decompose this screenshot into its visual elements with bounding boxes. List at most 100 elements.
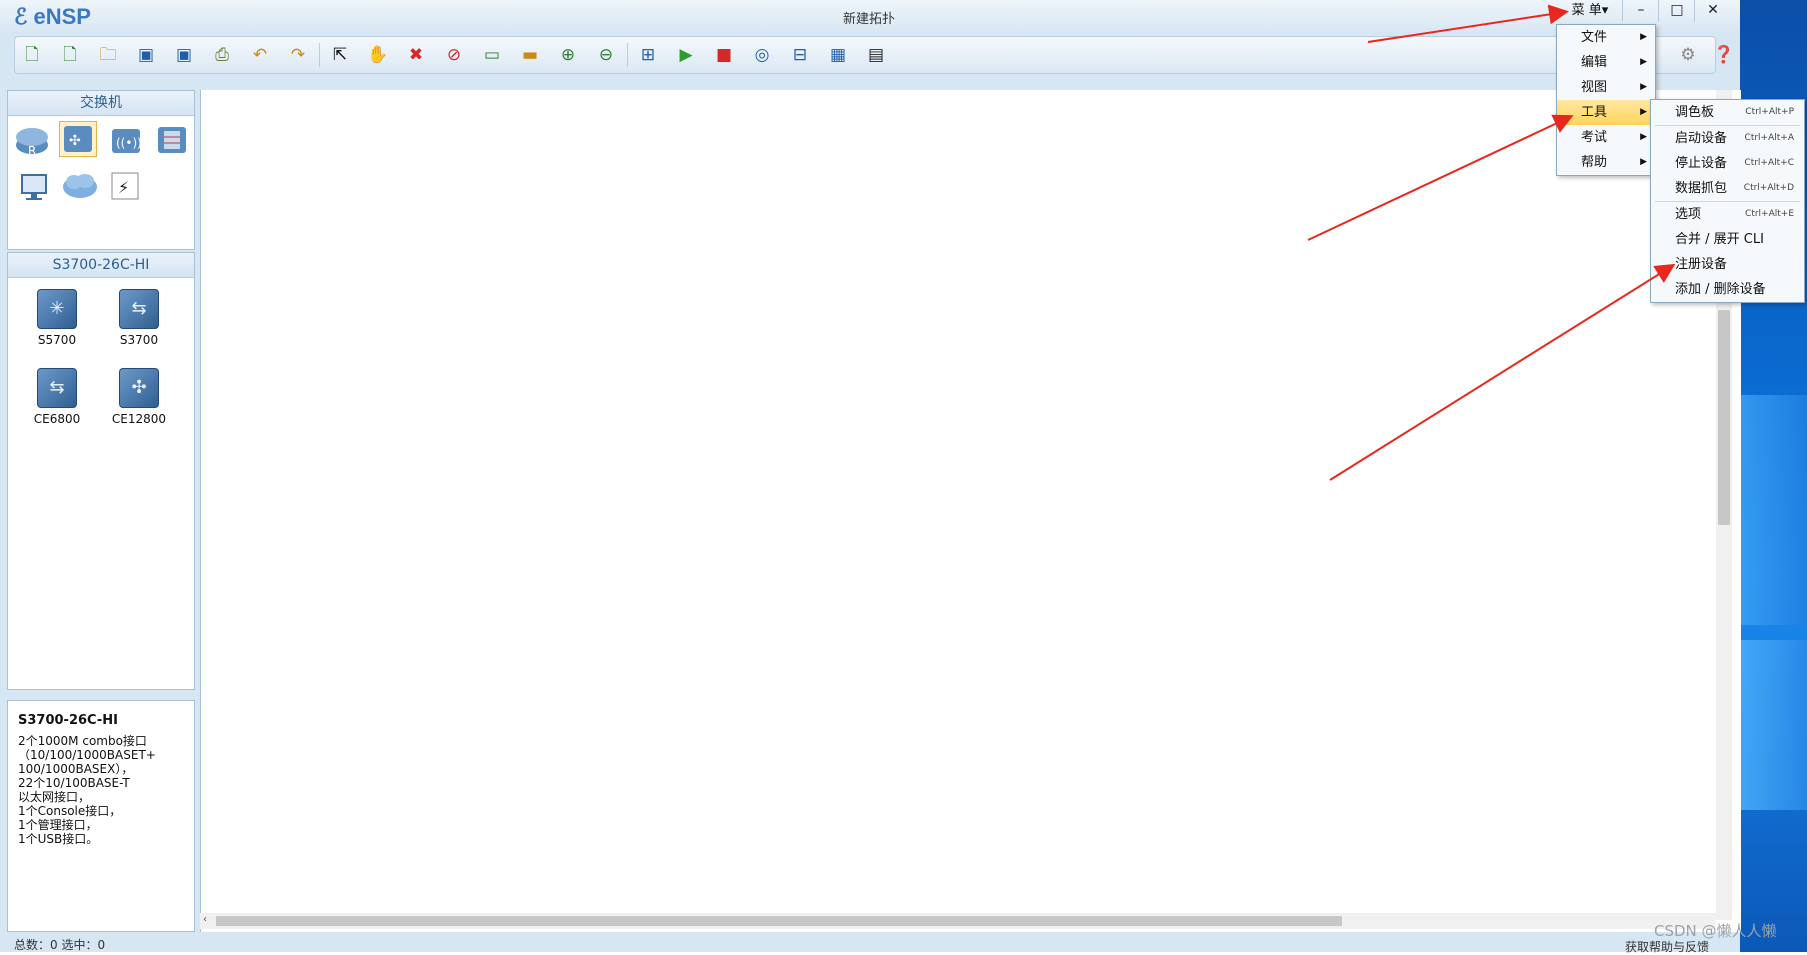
- svg-text:⚡: ⚡: [118, 178, 129, 197]
- zoom-in-icon[interactable]: ⊕: [557, 44, 579, 66]
- start-icon[interactable]: ▶: [675, 44, 697, 66]
- scroll-left-icon[interactable]: ‹: [203, 914, 207, 925]
- close-button[interactable]: ✕: [1694, 0, 1731, 22]
- device-label: CE12800: [111, 412, 167, 426]
- watermark: CSDN @懒人人懒: [1654, 922, 1777, 940]
- layout-icon[interactable]: ⊟: [789, 44, 811, 66]
- device-label: S5700: [37, 333, 77, 347]
- menu-item-capture[interactable]: 数据抓包 Ctrl+Alt+D: [1651, 176, 1804, 201]
- submenu-arrow-icon: ▶: [1640, 107, 1647, 117]
- menu-item-label: 考试: [1581, 130, 1608, 145]
- device-glyph: ⇆: [131, 298, 147, 319]
- open-icon[interactable]: 🗀: [97, 44, 119, 66]
- menu-item-label: 注册设备: [1675, 257, 1728, 272]
- menu-item-stop-device[interactable]: 停止设备 Ctrl+Alt+C: [1651, 151, 1804, 176]
- maximize-button[interactable]: □: [1658, 0, 1695, 22]
- description-text: 2个1000M combo接口 （10/100/1000BASET+ 100/1…: [18, 734, 156, 846]
- submenu-arrow-icon: ▶: [1640, 32, 1647, 42]
- topology-icon[interactable]: ⊞: [637, 44, 659, 66]
- menu-item-add-remove-device[interactable]: 添加 / 删除设备: [1651, 277, 1804, 302]
- capture-icon[interactable]: ◎: [751, 44, 773, 66]
- menu-item-register-device[interactable]: 注册设备: [1651, 252, 1804, 277]
- ensp-window: ℰ eNSP 新建拓扑 菜 单▾ – □ ✕ 🗋 🗋 🗀 ▣ ▣ ⎙ ↶ ↷ ⇱…: [0, 0, 1741, 954]
- undo-icon[interactable]: ↶: [249, 44, 271, 66]
- device-category-panel: 交换机 R ✣ ((•)) ⚡: [7, 90, 195, 250]
- app-name: eNSP: [33, 4, 91, 29]
- save-icon[interactable]: ▣: [135, 44, 157, 66]
- menu-item-view[interactable]: 视图 ▶: [1557, 75, 1655, 100]
- menu-item-tools[interactable]: 工具 ▶: [1557, 100, 1655, 125]
- menu-item-exam[interactable]: 考试 ▶: [1557, 125, 1655, 150]
- cloud-icon[interactable]: [60, 169, 97, 203]
- submenu-arrow-icon: ▶: [1640, 132, 1647, 142]
- menu-item-label: 文件: [1581, 30, 1608, 45]
- device-item[interactable]: ✳ S5700: [22, 289, 92, 347]
- desktop-window-pane: [1740, 395, 1807, 625]
- title-bar: ℰ eNSP 新建拓扑 菜 单▾ – □ ✕: [0, 0, 1740, 32]
- select-icon[interactable]: ⇱: [329, 44, 351, 66]
- scrollbar-thumb[interactable]: [1718, 310, 1730, 525]
- menu-item-help[interactable]: 帮助 ▶: [1557, 150, 1655, 175]
- menu-item-label: 编辑: [1581, 55, 1608, 70]
- main-menu-button[interactable]: 菜 单▾: [1560, 1, 1620, 21]
- switch-device-icon: ⇆: [37, 368, 77, 408]
- link-icon[interactable]: ⚡: [108, 169, 144, 203]
- delete-link-icon[interactable]: ⊘: [443, 44, 465, 66]
- pc-icon[interactable]: [16, 169, 52, 203]
- switch-device-icon: ⇆: [119, 289, 159, 329]
- print-icon[interactable]: ⎙: [211, 44, 233, 66]
- switch-device-icon: ✣: [119, 368, 159, 408]
- stop-icon[interactable]: ■: [713, 44, 735, 66]
- device-item[interactable]: ⇆ CE6800: [22, 368, 92, 426]
- menu-item-start-device[interactable]: 启动设备 Ctrl+Alt+A: [1651, 126, 1804, 151]
- device-item[interactable]: ⇆ S3700: [104, 289, 174, 347]
- cli-icon[interactable]: ▤: [865, 44, 887, 66]
- menu-shortcut: Ctrl+Alt+D: [1743, 183, 1794, 193]
- status-bar: 总数：0 选中：0 获取帮助与反馈: [0, 934, 1740, 954]
- category-title: 交换机: [8, 91, 194, 116]
- new-topology-icon[interactable]: 🗋: [21, 44, 43, 66]
- tools-submenu: 调色板 Ctrl+Alt+P 启动设备 Ctrl+Alt+A 停止设备 Ctrl+Al…: [1650, 99, 1805, 303]
- firewall-icon[interactable]: [154, 123, 190, 157]
- menu-item-label: 合并 / 展开 CLI: [1675, 232, 1764, 247]
- menu-item-palette[interactable]: 调色板 Ctrl+Alt+P: [1651, 100, 1804, 125]
- status-count: 总数：0 选中：0: [14, 938, 106, 952]
- horizontal-scrollbar[interactable]: ‹: [200, 913, 1716, 929]
- menu-item-edit[interactable]: 编辑 ▶: [1557, 50, 1655, 75]
- menu-item-label: 启动设备: [1675, 131, 1728, 146]
- dropdown-arrow-icon: ▾: [1601, 3, 1609, 18]
- switch-icon[interactable]: ✣: [59, 121, 97, 157]
- redo-icon[interactable]: ↷: [287, 44, 309, 66]
- device-label: S3700: [119, 333, 159, 347]
- menu-item-label: 添加 / 删除设备: [1675, 282, 1766, 297]
- settings-icon[interactable]: ⚙: [1677, 44, 1699, 66]
- desktop-window-pane: [1740, 640, 1807, 810]
- text-icon[interactable]: ▭: [481, 44, 503, 66]
- minimize-button[interactable]: –: [1622, 0, 1659, 22]
- model-title: S3700-26C-HI: [8, 253, 194, 278]
- scrollbar-thumb[interactable]: [216, 916, 1342, 926]
- hand-icon[interactable]: ✋: [367, 44, 389, 66]
- ensp-logo-icon: ℰ: [14, 4, 28, 29]
- menu-item-options[interactable]: 选项 Ctrl+Alt+E: [1651, 202, 1804, 227]
- grid-icon[interactable]: ▦: [827, 44, 849, 66]
- window-title: 新建拓扑: [843, 12, 896, 27]
- zoom-reset-icon[interactable]: ⊖: [595, 44, 617, 66]
- menu-shortcut: Ctrl+Alt+E: [1745, 209, 1794, 219]
- save-as-icon[interactable]: ▣: [173, 44, 195, 66]
- switch-device-icon: ✳: [37, 289, 77, 329]
- new-lab-icon[interactable]: 🗋: [59, 44, 81, 66]
- menu-item-merge-cli[interactable]: 合并 / 展开 CLI: [1651, 227, 1804, 252]
- router-icon[interactable]: R: [14, 123, 50, 158]
- device-item[interactable]: ✣ CE12800: [104, 368, 174, 426]
- menu-shortcut: Ctrl+Alt+C: [1744, 158, 1794, 168]
- menu-item-file[interactable]: 文件 ▶: [1557, 25, 1655, 50]
- help-icon[interactable]: ❓: [1713, 44, 1735, 66]
- wireless-icon[interactable]: ((•)): [108, 123, 144, 157]
- menu-item-label: 帮助: [1581, 155, 1608, 170]
- menu-item-label: 停止设备: [1675, 156, 1728, 171]
- rectangle-icon[interactable]: ▬: [519, 44, 541, 66]
- topology-canvas[interactable]: [200, 90, 1741, 932]
- device-model-panel: S3700-26C-HI ✳ S5700 ⇆ S3700 ⇆ CE6800 ✣ …: [7, 252, 195, 690]
- delete-icon[interactable]: ✖: [405, 44, 427, 66]
